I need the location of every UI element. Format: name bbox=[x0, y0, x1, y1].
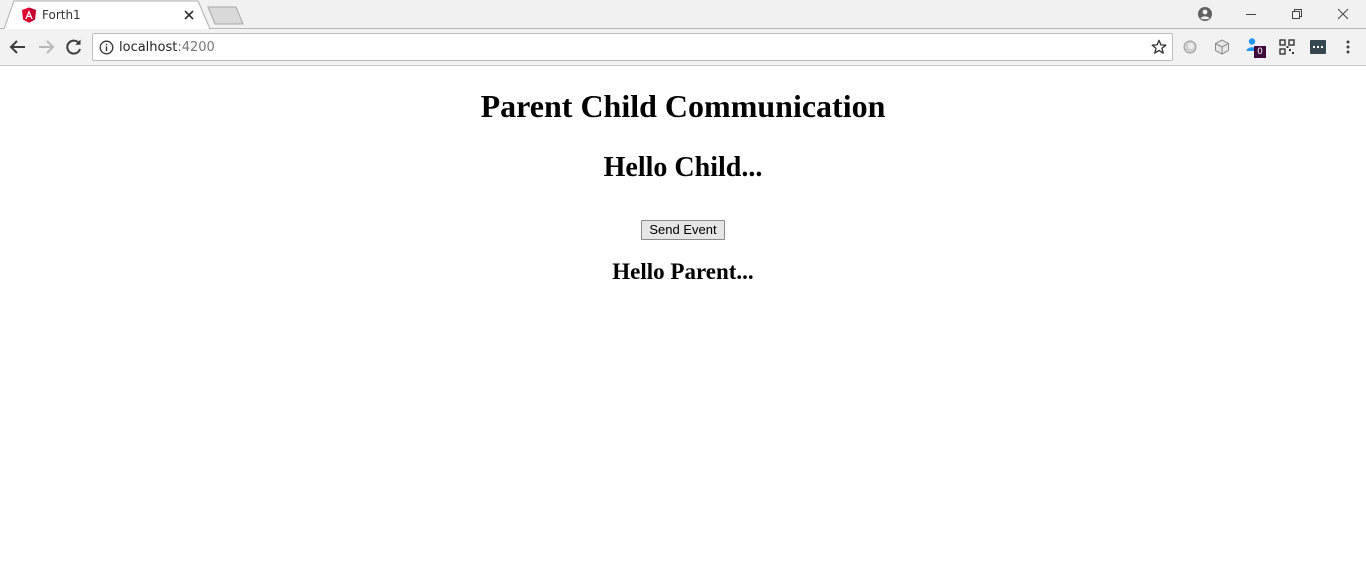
forward-arrow-icon bbox=[39, 40, 55, 54]
page-content: Parent Child Communication Hello Child..… bbox=[0, 66, 1366, 584]
reload-icon bbox=[66, 39, 81, 55]
tab-strip: Forth1 bbox=[0, 0, 1366, 30]
close-icon bbox=[1337, 8, 1349, 20]
info-icon[interactable] bbox=[99, 40, 114, 55]
qr-code-icon[interactable] bbox=[1279, 39, 1295, 55]
tab-close-icon[interactable] bbox=[182, 8, 196, 22]
extension-circle-icon[interactable] bbox=[1182, 39, 1198, 55]
angular-logo-icon bbox=[22, 7, 36, 23]
tab-title: Forth1 bbox=[42, 8, 81, 22]
menu-kebab-icon[interactable] bbox=[1340, 39, 1356, 55]
restore-icon bbox=[1292, 9, 1302, 19]
child-message-heading: Hello Child... bbox=[603, 152, 763, 183]
address-bar[interactable]: localhost:4200 bbox=[92, 33, 1173, 61]
browser-toolbar: localhost:4200 0 bbox=[0, 29, 1366, 66]
url-port: :4200 bbox=[177, 40, 215, 55]
close-window-button[interactable] bbox=[1320, 0, 1366, 28]
new-tab-button[interactable] bbox=[206, 6, 246, 26]
restore-button[interactable] bbox=[1274, 0, 1320, 28]
extension-badge-button[interactable]: 0 bbox=[1245, 37, 1269, 61]
forward-button[interactable] bbox=[35, 36, 57, 58]
back-arrow-icon bbox=[9, 40, 25, 54]
minimize-icon bbox=[1246, 14, 1256, 15]
url-text[interactable]: localhost:4200 bbox=[119, 40, 215, 55]
send-event-button[interactable]: Send Event bbox=[641, 220, 725, 240]
reload-button[interactable] bbox=[63, 36, 85, 58]
page-title: Parent Child Communication bbox=[480, 88, 886, 124]
minimize-button[interactable] bbox=[1228, 0, 1274, 28]
browser-tab[interactable]: Forth1 bbox=[4, 0, 214, 30]
parent-message-heading: Hello Parent... bbox=[612, 259, 754, 284]
bookmark-star-icon[interactable] bbox=[1151, 39, 1167, 55]
extension-dots-icon[interactable] bbox=[1310, 39, 1326, 55]
extension-cube-icon[interactable] bbox=[1214, 39, 1230, 55]
profile-icon[interactable] bbox=[1196, 5, 1214, 23]
url-host: localhost bbox=[119, 40, 178, 55]
extension-badge: 0 bbox=[1254, 46, 1266, 58]
back-button[interactable] bbox=[7, 36, 29, 58]
